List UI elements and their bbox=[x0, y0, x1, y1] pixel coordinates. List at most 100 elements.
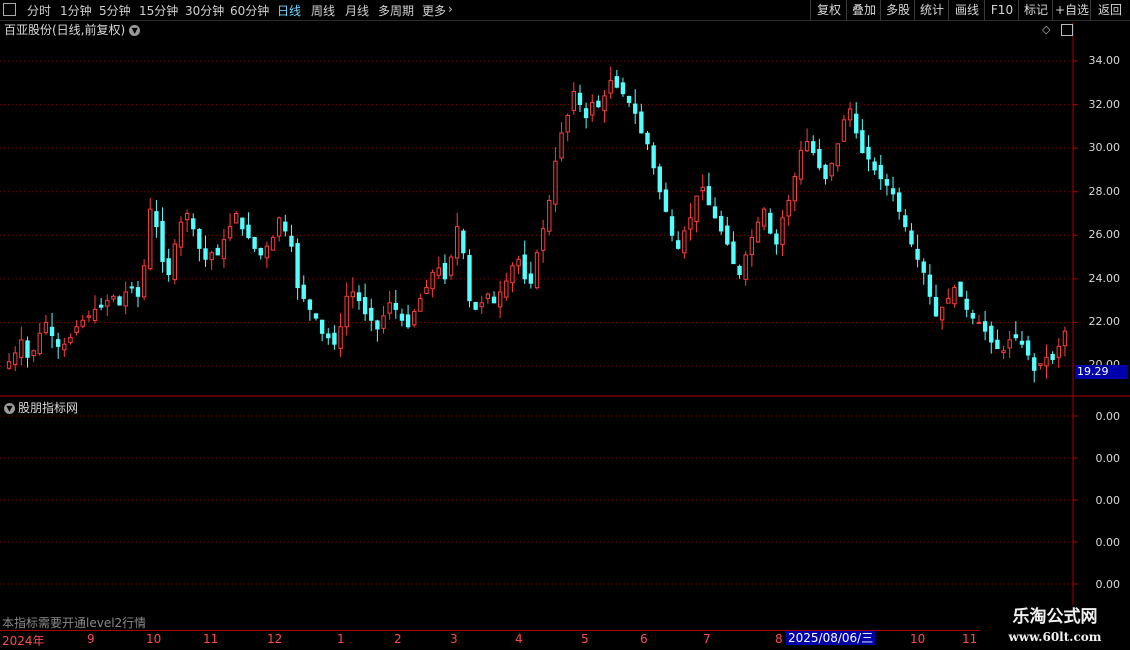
candle-body bbox=[55, 339, 61, 347]
candle-body bbox=[332, 332, 337, 345]
candle-body bbox=[135, 287, 141, 297]
candle-body bbox=[749, 236, 755, 256]
candle-body bbox=[927, 274, 933, 297]
candle-body bbox=[516, 258, 521, 267]
candle-body bbox=[847, 108, 853, 121]
candle-body bbox=[264, 245, 270, 259]
date-tick: 8 bbox=[775, 632, 783, 646]
candle-body bbox=[1056, 345, 1061, 358]
candle-body bbox=[166, 258, 171, 275]
candle-body bbox=[890, 188, 896, 195]
candle-body bbox=[688, 217, 693, 230]
candle-body bbox=[565, 114, 570, 133]
chevron-down-icon[interactable]: ▼ bbox=[129, 25, 141, 36]
date-tick: 10 bbox=[146, 632, 162, 646]
watermark-name: 乐淘公式网 bbox=[1012, 607, 1098, 627]
candle-body bbox=[596, 100, 601, 108]
main-panel-title: 百亚股份(日线,前复权) ▼ bbox=[4, 21, 141, 38]
candle-body bbox=[74, 326, 79, 333]
candle-body bbox=[350, 291, 356, 298]
candle-body bbox=[583, 108, 589, 119]
candle-body bbox=[393, 302, 398, 310]
panel-toggle-icon[interactable] bbox=[1061, 24, 1073, 36]
candle-body bbox=[405, 314, 411, 328]
indicator-tick: 0.00 bbox=[1095, 452, 1121, 465]
candle-body bbox=[866, 146, 871, 160]
candle-body bbox=[1001, 350, 1006, 354]
price-tick: 24.00 bbox=[1088, 272, 1121, 285]
candle-body bbox=[694, 195, 699, 222]
candle-body bbox=[356, 292, 362, 302]
candle-body bbox=[258, 247, 263, 256]
candle-body bbox=[80, 319, 85, 327]
candle-body bbox=[786, 199, 791, 217]
candle-body bbox=[829, 162, 834, 177]
candle-body bbox=[915, 248, 920, 260]
candle-body bbox=[43, 321, 49, 334]
candle-body bbox=[86, 315, 92, 318]
sub-panel-title: ▼ 股朋指标网 bbox=[4, 399, 78, 416]
candle-body bbox=[111, 295, 116, 300]
candle-body bbox=[148, 208, 153, 270]
candle-body bbox=[436, 267, 441, 276]
chevron-down-icon[interactable]: ▼ bbox=[4, 403, 15, 414]
candle-body bbox=[160, 220, 165, 262]
candle-body bbox=[798, 149, 804, 180]
candle-body bbox=[424, 287, 429, 294]
candle-body bbox=[62, 343, 67, 351]
candle-body bbox=[755, 221, 761, 243]
candle-body bbox=[1032, 357, 1037, 371]
candle-body bbox=[860, 130, 865, 154]
candle-body bbox=[792, 175, 798, 202]
date-tick: 3 bbox=[450, 632, 458, 646]
candle-body bbox=[982, 321, 988, 332]
candle-body bbox=[970, 313, 976, 319]
candle-body bbox=[553, 160, 558, 205]
candle-body bbox=[682, 230, 687, 254]
candle-body bbox=[731, 241, 736, 265]
candle-body bbox=[780, 217, 785, 245]
date-tick: 5 bbox=[581, 632, 589, 646]
candle-body bbox=[252, 237, 257, 249]
candle-body bbox=[651, 145, 656, 169]
candle-body bbox=[976, 321, 982, 324]
candle-body bbox=[1062, 330, 1068, 347]
stock-title: 百亚股份(日线,前复权) bbox=[4, 23, 126, 37]
candle-body bbox=[725, 225, 730, 245]
candle-body bbox=[448, 256, 454, 276]
candle-body bbox=[896, 192, 902, 212]
candle-body bbox=[1019, 340, 1025, 345]
candle-body bbox=[25, 340, 30, 358]
candle-body bbox=[946, 297, 951, 304]
date-tick: 6 bbox=[640, 632, 648, 646]
price-tick: 34.00 bbox=[1088, 54, 1121, 67]
kline-chart[interactable] bbox=[0, 0, 1130, 650]
candle-body bbox=[718, 215, 724, 232]
candle-body bbox=[31, 350, 36, 357]
candle-body bbox=[387, 302, 392, 314]
candle-body bbox=[768, 212, 773, 234]
candle-body bbox=[774, 233, 779, 245]
candle-body bbox=[362, 297, 368, 315]
candle-body bbox=[289, 235, 294, 247]
candle-body bbox=[369, 307, 374, 321]
candle-body bbox=[479, 302, 484, 308]
candle-body bbox=[712, 206, 718, 219]
date-tick: 1 bbox=[337, 632, 345, 646]
candle-body bbox=[191, 218, 196, 230]
date-tick: 11 bbox=[203, 632, 219, 646]
candle-body bbox=[129, 286, 135, 289]
candle-body bbox=[178, 221, 184, 248]
candle-body bbox=[276, 217, 282, 237]
watermark-url: www.60lt.com bbox=[1008, 630, 1102, 644]
candle-body bbox=[958, 281, 963, 297]
candle-body bbox=[547, 199, 552, 232]
candle-body bbox=[141, 265, 147, 298]
candle-body bbox=[283, 221, 288, 232]
candle-body bbox=[338, 326, 343, 349]
candle-body bbox=[645, 132, 650, 145]
candle-body bbox=[1025, 340, 1031, 356]
candle-body bbox=[37, 332, 42, 355]
candle-body bbox=[909, 230, 914, 245]
diamond-icon[interactable]: ◇ bbox=[1042, 23, 1050, 36]
